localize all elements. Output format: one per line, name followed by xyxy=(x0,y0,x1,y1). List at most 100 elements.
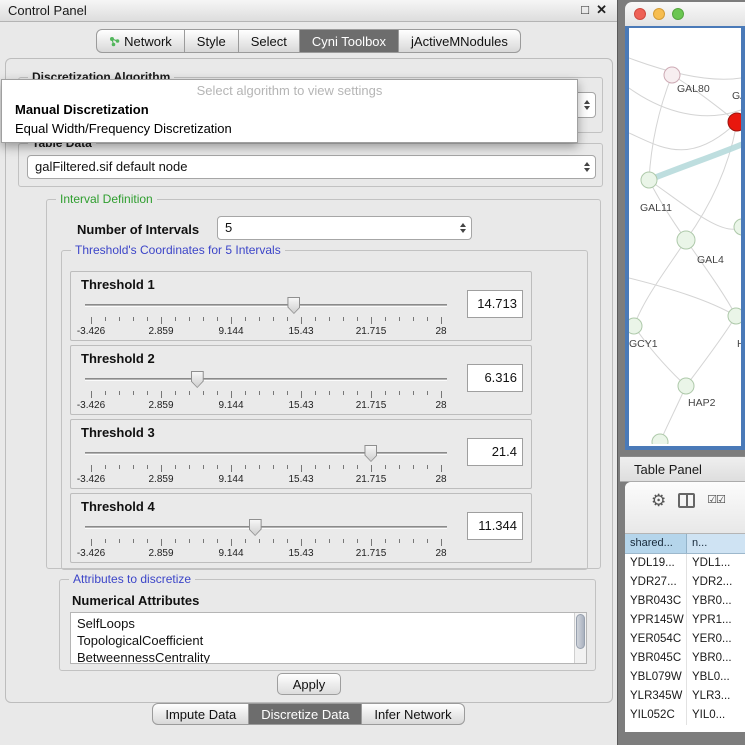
slider-tick-label: 21.715 xyxy=(356,400,387,411)
table-row[interactable]: YIL052CYIL0... xyxy=(625,706,745,725)
network-edge[interactable] xyxy=(660,386,686,442)
network-node[interactable] xyxy=(728,308,741,324)
algorithm-dropdown-popup: Select algorithm to view settings Manual… xyxy=(1,79,578,143)
tab-select[interactable]: Select xyxy=(239,29,300,53)
threshold-slider[interactable]: -3.4262.8599.14415.4321.71528 xyxy=(85,518,447,562)
table-cell: YLR3... xyxy=(687,687,745,706)
slider-tick xyxy=(371,391,372,398)
network-edge[interactable] xyxy=(686,240,736,316)
control-panel-titlebar[interactable]: Control Panel □ ✕ xyxy=(0,0,617,22)
slider-ticks xyxy=(91,465,441,473)
network-node[interactable] xyxy=(734,219,741,235)
network-edge[interactable] xyxy=(686,316,736,386)
slider-tick xyxy=(147,391,148,395)
threshold-value-field[interactable]: 11.344 xyxy=(467,512,523,540)
network-window-titlebar[interactable] xyxy=(625,2,745,26)
network-edge[interactable] xyxy=(649,75,672,180)
column-header[interactable]: shared... xyxy=(625,534,687,553)
table-row[interactable]: YER054CYER0... xyxy=(625,630,745,649)
float-window-icon[interactable]: □ xyxy=(581,2,589,17)
table-row[interactable]: YBL079WYBL0... xyxy=(625,668,745,687)
column-header[interactable]: n... xyxy=(687,534,745,553)
slider-tick-label: 2.859 xyxy=(148,474,173,485)
network-edge[interactable] xyxy=(634,326,686,386)
apply-button[interactable]: Apply xyxy=(277,673,341,695)
network-edge[interactable] xyxy=(634,240,686,326)
tab-infer-network[interactable]: Infer Network xyxy=(362,703,464,725)
threshold-panel: Threshold 4-3.4262.8599.14415.4321.71528… xyxy=(70,493,532,563)
network-node[interactable] xyxy=(677,231,695,249)
table-panel-header[interactable]: Table Panel xyxy=(620,456,745,482)
network-node[interactable] xyxy=(678,378,694,394)
table-row[interactable]: YDR27...YDR2... xyxy=(625,573,745,592)
slider-tick-label: 28 xyxy=(435,400,446,411)
threshold-value-field[interactable]: 14.713 xyxy=(467,290,523,318)
threshold-value-field[interactable]: 6.316 xyxy=(467,364,523,392)
threshold-slider[interactable]: -3.4262.8599.14415.4321.71528 xyxy=(85,370,447,414)
tab-jactivemnodules[interactable]: jActiveMNodules xyxy=(399,29,521,53)
tab-cyni-toolbox[interactable]: Cyni Toolbox xyxy=(300,29,399,53)
slider-tick-label: 15.43 xyxy=(288,474,313,485)
slider-thumb-icon[interactable] xyxy=(249,519,262,536)
slider-thumb-icon[interactable] xyxy=(191,371,204,388)
network-node[interactable] xyxy=(728,113,741,131)
network-canvas[interactable]: GAL80GAGAL11GAL4GCY1HHAP2 xyxy=(625,26,745,450)
table-data-dropdown[interactable]: galFiltered.sif default node xyxy=(27,155,596,179)
threshold-slider[interactable]: -3.4262.8599.14415.4321.71528 xyxy=(85,444,447,488)
threshold-slider[interactable]: -3.4262.8599.14415.4321.71528 xyxy=(85,296,447,340)
number-of-intervals-dropdown[interactable]: 5 xyxy=(217,216,472,240)
slider-tick-labels: -3.4262.8599.14415.4321.71528 xyxy=(91,474,441,486)
slider-tick xyxy=(441,317,442,324)
slider-tick xyxy=(357,391,358,395)
close-panel-icon[interactable]: ✕ xyxy=(596,2,607,18)
table-row[interactable]: YLR345WYLR3... xyxy=(625,687,745,706)
network-node[interactable] xyxy=(652,434,668,444)
network-edge[interactable] xyxy=(629,122,737,150)
select-columns-icon[interactable]: ☑☑ xyxy=(707,493,725,506)
algorithm-option-equal-width-frequency-discretization[interactable]: Equal Width/Frequency Discretization xyxy=(2,119,577,138)
network-node[interactable] xyxy=(629,318,642,334)
attribute-item[interactable]: BetweennessCentrality xyxy=(71,650,586,664)
slider-tick xyxy=(217,465,218,469)
network-edge[interactable] xyxy=(629,278,736,316)
network-node[interactable] xyxy=(664,67,680,83)
numerical-attributes-list[interactable]: SelfLoopsTopologicalCoefficientBetweenne… xyxy=(70,612,587,664)
tab-impute-data[interactable]: Impute Data xyxy=(152,703,249,725)
dropdown-arrows-icon xyxy=(460,223,466,233)
zoom-traffic-light-icon[interactable] xyxy=(672,8,684,20)
network-edge[interactable] xyxy=(629,58,741,79)
tab-label: Network xyxy=(124,34,172,49)
slider-tick-label: 2.859 xyxy=(148,400,173,411)
network-node[interactable] xyxy=(641,172,657,188)
attribute-item[interactable]: SelfLoops xyxy=(71,616,586,633)
gear-icon[interactable]: ⚙ xyxy=(651,492,666,509)
tab-network[interactable]: Network xyxy=(96,29,185,53)
scrollbar-thumb[interactable] xyxy=(576,614,585,649)
threshold-value-field[interactable]: 21.4 xyxy=(467,438,523,466)
slider-tick xyxy=(399,391,400,395)
slider-tick-label: 15.43 xyxy=(288,326,313,337)
slider-tick xyxy=(413,317,414,321)
slider-tick xyxy=(245,391,246,395)
minimize-traffic-light-icon[interactable] xyxy=(653,8,665,20)
algorithm-option-manual-discretization[interactable]: Manual Discretization xyxy=(2,100,577,119)
attributes-list-scrollbar[interactable] xyxy=(574,613,586,663)
columns-icon[interactable] xyxy=(678,493,695,508)
table-row[interactable]: YBR045CYBR0... xyxy=(625,649,745,668)
slider-tick xyxy=(273,465,274,469)
tab-discretize-data[interactable]: Discretize Data xyxy=(249,703,362,725)
control-panel-tab-bar: Network StyleSelectCyni ToolboxjActiveMNo… xyxy=(0,29,617,53)
slider-thumb-icon[interactable] xyxy=(364,445,377,462)
attribute-item[interactable]: TopologicalCoefficient xyxy=(71,633,586,650)
tab-style[interactable]: Style xyxy=(185,29,239,53)
slider-tick-label: -3.426 xyxy=(77,474,105,485)
table-row[interactable]: YDL19...YDL1... xyxy=(625,554,745,573)
close-traffic-light-icon[interactable] xyxy=(634,8,646,20)
slider-tick xyxy=(217,391,218,395)
slider-tick-label: 2.859 xyxy=(148,548,173,559)
threshold-panel: Threshold 1-3.4262.8599.14415.4321.71528… xyxy=(70,271,532,341)
control-panel-content: Discretization Algorithm Table Data galF… xyxy=(5,58,613,703)
table-row[interactable]: YBR043CYBR0... xyxy=(625,592,745,611)
slider-thumb-icon[interactable] xyxy=(287,297,300,314)
table-row[interactable]: YPR145WYPR1... xyxy=(625,611,745,630)
